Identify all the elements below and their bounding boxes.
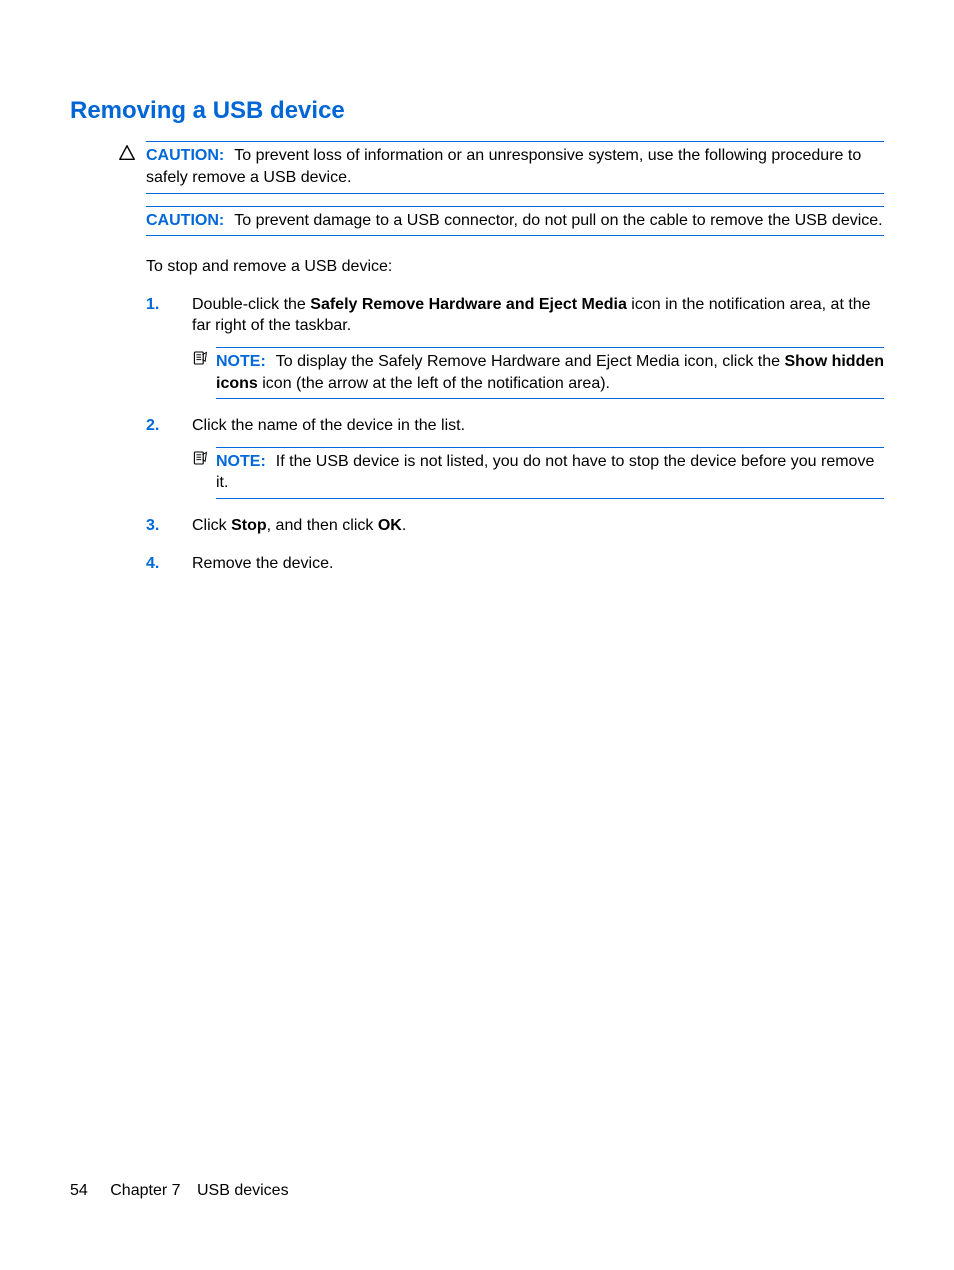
note-text: If the USB device is not listed, you do …	[216, 453, 874, 492]
note-icon	[192, 450, 212, 470]
step-number: 3.	[146, 515, 159, 537]
caution-text: To prevent loss of information or an unr…	[146, 147, 861, 186]
caution-icon	[118, 144, 138, 164]
step-1: 1. Double-click the Safely Remove Hardwa…	[146, 294, 884, 399]
note-block-1: NOTE:To display the Safely Remove Hardwa…	[216, 347, 884, 399]
step-text: Remove the device.	[192, 555, 333, 572]
caution-label: CAUTION:	[146, 147, 224, 164]
step-4: 4. Remove the device.	[146, 553, 884, 575]
step-number: 4.	[146, 553, 159, 575]
intro-text: To stop and remove a USB device:	[146, 256, 884, 278]
page-title: Removing a USB device	[70, 95, 884, 127]
step-number: 2.	[146, 415, 159, 437]
caution-label: CAUTION:	[146, 212, 224, 229]
steps-list: 1. Double-click the Safely Remove Hardwa…	[146, 294, 884, 574]
caution-block-2: CAUTION: To prevent damage to a USB conne…	[146, 206, 884, 237]
chapter-label: Chapter 7	[110, 1180, 180, 1202]
page-number: 54	[70, 1180, 88, 1202]
note-icon	[192, 350, 212, 370]
note-label: NOTE:	[216, 453, 266, 470]
note-text: To display the Safely Remove Hardware an…	[216, 353, 884, 392]
note-block-2: NOTE:If the USB device is not listed, yo…	[216, 447, 884, 499]
step-3: 3. Click Stop, and then click OK.	[146, 515, 884, 537]
section-label: USB devices	[197, 1182, 289, 1199]
page-footer: 54 Chapter 7 USB devices	[70, 1180, 289, 1202]
step-number: 1.	[146, 294, 159, 316]
step-text: Double-click the Safely Remove Hardware …	[192, 296, 871, 335]
step-text: Click the name of the device in the list…	[192, 417, 465, 434]
note-label: NOTE:	[216, 353, 266, 370]
caution-block-1: CAUTION:To prevent loss of information o…	[146, 141, 884, 193]
document-page: Removing a USB device CAUTION:To prevent…	[0, 0, 954, 1270]
caution-text: To prevent damage to a USB connector, do…	[234, 212, 882, 229]
body-content: CAUTION:To prevent loss of information o…	[146, 141, 884, 574]
step-text: Click Stop, and then click OK.	[192, 517, 406, 534]
step-2: 2. Click the name of the device in the l…	[146, 415, 884, 499]
